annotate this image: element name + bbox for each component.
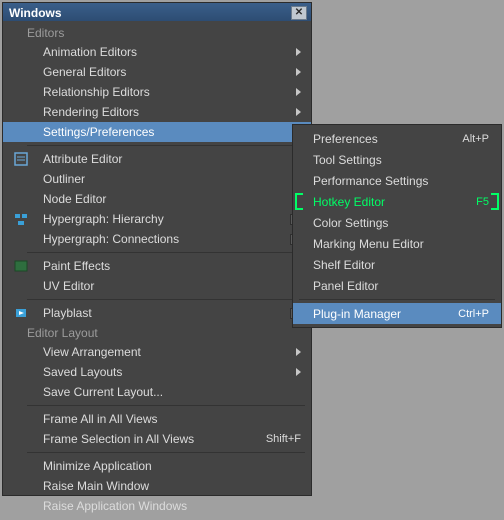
menu-settings-preferences[interactable]: Settings/Preferences <box>3 122 311 142</box>
menu-label: Hypergraph: Connections <box>43 232 179 246</box>
submenu-marking-menu-editor[interactable]: Marking Menu Editor <box>293 233 501 254</box>
playblast-icon <box>13 305 29 321</box>
submenu-label: Performance Settings <box>313 174 428 188</box>
menu-frame-all[interactable]: Frame All in All Views <box>3 409 311 429</box>
windows-menu-panel: Windows ✕ Editors Animation Editors Gene… <box>2 2 312 496</box>
separator <box>27 452 305 453</box>
window-title: Windows <box>9 6 62 20</box>
submenu-label: Panel Editor <box>313 279 378 293</box>
section-editor-layout: Editor Layout <box>3 323 311 342</box>
separator <box>27 405 305 406</box>
menu-label: Raise Application Windows <box>43 499 187 513</box>
menu-label: Frame Selection in All Views <box>43 432 194 446</box>
submenu-label: Tool Settings <box>313 153 382 167</box>
submenu-panel-editor[interactable]: Panel Editor <box>293 275 501 296</box>
close-icon[interactable]: ✕ <box>291 6 307 20</box>
submenu-hotkey-editor[interactable]: Hotkey Editor F5 <box>293 191 501 212</box>
menu-body: Editors Animation Editors General Editor… <box>3 21 311 520</box>
submenu-arrow-icon <box>296 48 301 56</box>
menu-node-editor[interactable]: Node Editor <box>3 189 311 209</box>
menu-minimize-application[interactable]: Minimize Application <box>3 456 311 476</box>
submenu-tool-settings[interactable]: Tool Settings <box>293 149 501 170</box>
menu-label: Raise Main Window <box>43 479 149 493</box>
separator <box>299 299 495 300</box>
menu-save-current-layout[interactable]: Save Current Layout... <box>3 382 311 402</box>
menu-relationship-editors[interactable]: Relationship Editors <box>3 82 311 102</box>
submenu-label: Preferences <box>313 132 378 146</box>
menu-label: Minimize Application <box>43 459 152 473</box>
submenu-label: Marking Menu Editor <box>313 237 424 251</box>
menu-general-editors[interactable]: General Editors <box>3 62 311 82</box>
separator <box>27 299 305 300</box>
shortcut-label: Ctrl+P <box>458 308 489 320</box>
menu-label: Animation Editors <box>43 45 137 59</box>
submenu-color-settings[interactable]: Color Settings <box>293 212 501 233</box>
submenu-label: Shelf Editor <box>313 258 375 272</box>
menu-playblast[interactable]: Playblast <box>3 303 311 323</box>
menu-label: Relationship Editors <box>43 85 150 99</box>
menu-uv-editor[interactable]: UV Editor <box>3 276 311 296</box>
menu-hypergraph-hierarchy[interactable]: Hypergraph: Hierarchy <box>3 209 311 229</box>
menu-label: View Arrangement <box>43 345 141 359</box>
menu-label: Attribute Editor <box>43 152 122 166</box>
hypergraph-icon <box>13 211 29 227</box>
submenu-performance-settings[interactable]: Performance Settings <box>293 170 501 191</box>
menu-raise-application-windows[interactable]: Raise Application Windows <box>3 496 311 516</box>
menu-rendering-editors[interactable]: Rendering Editors <box>3 102 311 122</box>
separator <box>27 145 305 146</box>
shortcut-label: Shift+F <box>266 433 301 445</box>
submenu-label: Plug-in Manager <box>313 307 401 321</box>
submenu-label: Hotkey Editor <box>313 195 385 209</box>
shortcut-label: F5 <box>476 196 489 208</box>
settings-preferences-submenu: Preferences Alt+P Tool Settings Performa… <box>292 124 502 328</box>
titlebar: Windows ✕ <box>3 3 311 21</box>
menu-label: Paint Effects <box>43 259 110 273</box>
submenu-preferences[interactable]: Preferences Alt+P <box>293 128 501 149</box>
menu-paint-effects[interactable]: Paint Effects <box>3 256 311 276</box>
menu-frame-selection[interactable]: Frame Selection in All Views Shift+F <box>3 429 311 449</box>
paint-effects-icon <box>13 258 29 274</box>
menu-label: Settings/Preferences <box>43 125 154 139</box>
menu-label: UV Editor <box>43 279 94 293</box>
menu-label: General Editors <box>43 65 126 79</box>
submenu-label: Color Settings <box>313 216 388 230</box>
submenu-arrow-icon <box>296 88 301 96</box>
submenu-arrow-icon <box>296 368 301 376</box>
menu-label: Save Current Layout... <box>43 385 163 399</box>
menu-raise-main-window[interactable]: Raise Main Window <box>3 476 311 496</box>
menu-label: Rendering Editors <box>43 105 139 119</box>
separator <box>27 252 305 253</box>
menu-animation-editors[interactable]: Animation Editors <box>3 42 311 62</box>
menu-attribute-editor[interactable]: Attribute Editor <box>3 149 311 169</box>
submenu-shelf-editor[interactable]: Shelf Editor <box>293 254 501 275</box>
section-editors: Editors <box>3 23 311 42</box>
submenu-plugin-manager[interactable]: Plug-in Manager Ctrl+P <box>293 303 501 324</box>
menu-label: Hypergraph: Hierarchy <box>43 212 164 226</box>
menu-label: Outliner <box>43 172 85 186</box>
submenu-arrow-icon <box>296 68 301 76</box>
menu-outliner[interactable]: Outliner <box>3 169 311 189</box>
menu-saved-layouts[interactable]: Saved Layouts <box>3 362 311 382</box>
attribute-editor-icon <box>13 151 29 167</box>
shortcut-label: Alt+P <box>462 133 489 145</box>
menu-label: Saved Layouts <box>43 365 122 379</box>
menu-label: Node Editor <box>43 192 106 206</box>
menu-label: Frame All in All Views <box>43 412 158 426</box>
submenu-arrow-icon <box>296 348 301 356</box>
menu-label: Playblast <box>43 306 92 320</box>
menu-view-arrangement[interactable]: View Arrangement <box>3 342 311 362</box>
submenu-arrow-icon <box>296 108 301 116</box>
menu-hypergraph-connections[interactable]: Hypergraph: Connections <box>3 229 311 249</box>
